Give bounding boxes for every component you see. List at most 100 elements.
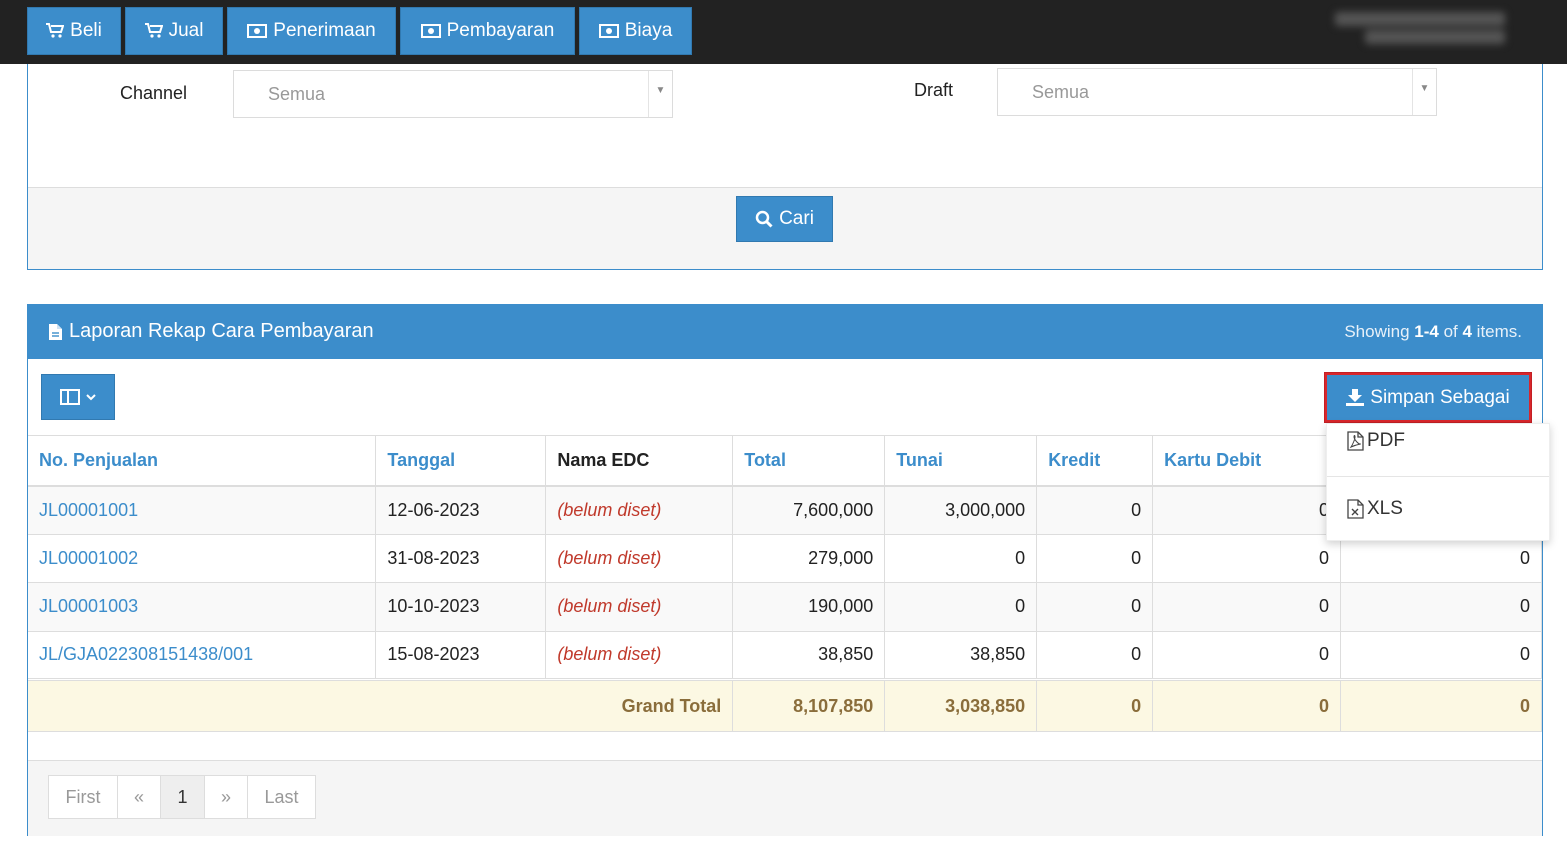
draft-value: Semua xyxy=(1032,81,1090,102)
report-title: Laporan Rekap Cara Pembayaran xyxy=(48,320,374,343)
date-cell: 10-10-2023 xyxy=(375,582,547,632)
export-xls-option[interactable]: XLS xyxy=(1347,498,1403,520)
total-cell: 279,000 xyxy=(732,534,886,583)
export-dropdown: PDF XLS xyxy=(1326,423,1550,541)
save-as-button[interactable]: Simpan Sebagai xyxy=(1325,373,1531,422)
total-cell: 7,600,000 xyxy=(732,485,886,535)
filter-panel: Channel Semua ▼ Draft Semua ▼ Cari xyxy=(27,64,1543,270)
table-header-row: No. Penjualan Tanggal Nama EDC Total Tun… xyxy=(28,435,1542,487)
table-row: JL00001003 10-10-2023 (belum diset) 190,… xyxy=(28,582,1542,632)
report-title-text: Laporan Rekap Cara Pembayaran xyxy=(69,320,374,342)
search-icon xyxy=(755,210,773,228)
grand-total-extra: 0 xyxy=(1340,678,1542,732)
sale-number-link[interactable]: JL00001002 xyxy=(28,534,377,583)
summary-prefix: Showing xyxy=(1344,322,1415,341)
report-table: No. Penjualan Tanggal Nama EDC Total Tun… xyxy=(28,435,1542,732)
col-tanggal[interactable]: Tanggal xyxy=(375,435,547,487)
report-header: Laporan Rekap Cara Pembayaran Showing 1-… xyxy=(28,305,1542,359)
money-icon xyxy=(420,24,441,38)
jual-button[interactable]: Jual xyxy=(125,7,223,55)
page-next[interactable]: » xyxy=(204,775,248,819)
biaya-label: Biaya xyxy=(624,20,673,41)
col-nama-edc: Nama EDC xyxy=(545,435,734,487)
file-icon xyxy=(49,323,62,340)
kredit-cell: 0 xyxy=(1036,485,1154,535)
col-total[interactable]: Total xyxy=(732,435,886,487)
draft-label: Draft xyxy=(914,80,954,100)
tunai-cell: 38,850 xyxy=(884,631,1038,680)
grand-total-row: Grand Total 8,107,850 3,038,850 0 0 0 xyxy=(28,678,1542,732)
total-cell: 190,000 xyxy=(732,582,886,632)
dropdown-divider xyxy=(1327,476,1549,477)
beli-label: Beli xyxy=(70,20,102,41)
debit-cell: 0 xyxy=(1152,582,1342,632)
cart-icon xyxy=(46,23,65,38)
kredit-cell: 0 xyxy=(1036,582,1154,632)
user-info-blurred[interactable] xyxy=(1305,8,1505,52)
summary-suffix: items. xyxy=(1471,322,1522,341)
grand-total-debit: 0 xyxy=(1152,678,1342,732)
sale-number-link[interactable]: JL00001001 xyxy=(28,485,377,535)
pagination: First « 1 » Last xyxy=(48,775,316,819)
table-bottom-spacer xyxy=(28,733,1542,761)
table-row: JL00001001 12-06-2023 (belum diset) 7,60… xyxy=(28,485,1542,535)
chevron-down-icon xyxy=(86,394,96,401)
summary-of: of xyxy=(1438,322,1463,341)
page-first[interactable]: First xyxy=(48,775,118,819)
col-no-penjualan[interactable]: No. Penjualan xyxy=(28,435,377,487)
summary-range: 1-4 xyxy=(1414,322,1439,341)
search-button[interactable]: Cari xyxy=(736,196,833,242)
page-1[interactable]: 1 xyxy=(160,775,205,819)
date-cell: 15-08-2023 xyxy=(375,631,547,680)
kredit-cell: 0 xyxy=(1036,534,1154,583)
extra-cell: 0 xyxy=(1340,582,1542,632)
edc-cell: (belum diset) xyxy=(545,534,734,583)
draft-select[interactable]: Semua ▼ xyxy=(997,68,1437,116)
kredit-cell: 0 xyxy=(1036,631,1154,680)
columns-icon xyxy=(60,389,80,405)
beli-button[interactable]: Beli xyxy=(27,7,121,55)
pembayaran-label: Pembayaran xyxy=(446,20,555,41)
pagination-footer: First « 1 » Last xyxy=(28,761,1542,836)
grand-total-total: 8,107,850 xyxy=(732,678,886,732)
debit-cell: 0 xyxy=(1152,534,1342,583)
export-xls-label: XLS xyxy=(1367,498,1403,519)
excel-file-icon xyxy=(1347,499,1364,519)
top-navbar: Beli Jual Penerimaan Pembayaran Biaya xyxy=(0,0,1567,64)
col-kredit[interactable]: Kredit xyxy=(1036,435,1154,487)
total-cell: 38,850 xyxy=(732,631,886,680)
date-cell: 12-06-2023 xyxy=(375,485,547,535)
search-bar: Cari xyxy=(28,187,1542,269)
download-icon xyxy=(1346,389,1365,406)
penerimaan-label: Penerimaan xyxy=(273,20,376,41)
pembayaran-button[interactable]: Pembayaran xyxy=(400,7,575,55)
search-button-label: Cari xyxy=(779,208,814,229)
save-as-label: Simpan Sebagai xyxy=(1370,386,1510,408)
channel-value: Semua xyxy=(268,83,326,104)
column-toggle-button[interactable] xyxy=(41,374,115,420)
money-icon xyxy=(598,24,619,38)
col-tunai[interactable]: Tunai xyxy=(884,435,1038,487)
report-panel: Laporan Rekap Cara Pembayaran Showing 1-… xyxy=(27,304,1543,836)
grand-total-label: Grand Total xyxy=(28,678,734,732)
page-last[interactable]: Last xyxy=(247,775,316,819)
extra-cell: 0 xyxy=(1340,534,1542,583)
debit-cell: 0 xyxy=(1152,485,1342,535)
export-pdf-label: PDF xyxy=(1367,430,1405,451)
chevron-down-icon: ▼ xyxy=(1412,69,1436,115)
export-pdf-option[interactable]: PDF xyxy=(1347,430,1405,452)
page-prev[interactable]: « xyxy=(117,775,161,819)
date-cell: 31-08-2023 xyxy=(375,534,547,583)
biaya-button[interactable]: Biaya xyxy=(579,7,692,55)
edc-cell: (belum diset) xyxy=(545,485,734,535)
sale-number-link[interactable]: JL/GJA022308151438/001 xyxy=(28,631,377,680)
sale-number-link[interactable]: JL00001003 xyxy=(28,582,377,632)
tunai-cell: 3,000,000 xyxy=(884,485,1038,535)
channel-select[interactable]: Semua ▼ xyxy=(233,70,673,118)
col-kartu-debit[interactable]: Kartu Debit xyxy=(1152,435,1342,487)
extra-cell: 0 xyxy=(1340,631,1542,680)
money-icon xyxy=(247,24,268,38)
tunai-cell: 0 xyxy=(884,534,1038,583)
grand-total-kredit: 0 xyxy=(1036,678,1154,732)
penerimaan-button[interactable]: Penerimaan xyxy=(227,7,396,55)
